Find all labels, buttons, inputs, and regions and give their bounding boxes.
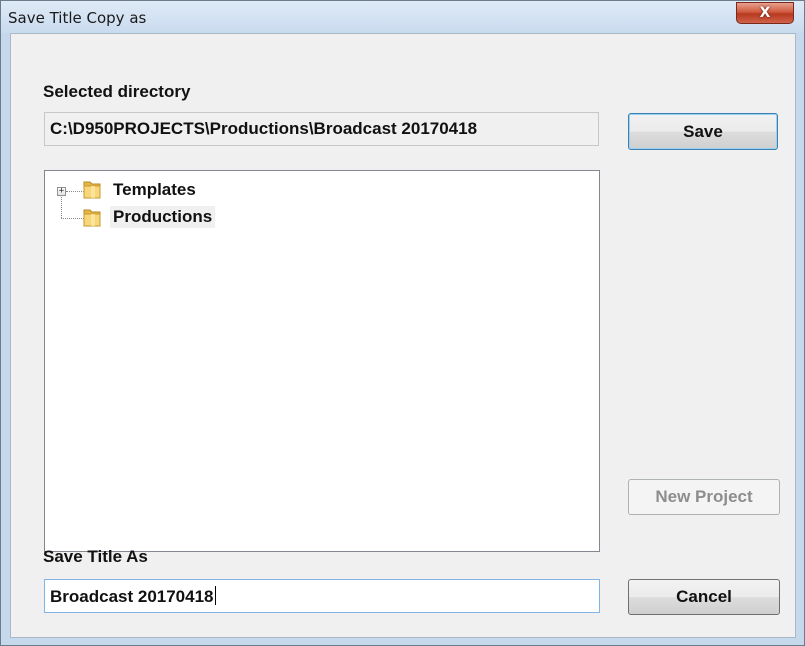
tree-connector (61, 218, 84, 219)
title-name-input[interactable]: Broadcast 20170418 (44, 579, 600, 613)
tree-item-productions[interactable]: Productions (110, 206, 216, 228)
new-project-button[interactable]: New Project (628, 479, 780, 515)
directory-tree[interactable]: + Templates Productions (44, 170, 600, 552)
selected-directory-label: Selected directory (43, 82, 191, 101)
expand-toggle-icon[interactable]: + (57, 187, 66, 196)
close-button[interactable]: X (736, 2, 794, 24)
folder-icon (83, 209, 101, 227)
title-name-value: Broadcast 20170418 (50, 587, 214, 606)
selected-directory-field: C:\D950PROJECTS\Productions\Broadcast 20… (44, 112, 599, 146)
cancel-button[interactable]: Cancel (628, 579, 780, 615)
window-title: Save Title Copy as (8, 9, 147, 27)
save-button[interactable]: Save (628, 113, 778, 150)
close-icon: X (759, 5, 771, 21)
title-bar[interactable]: Save Title Copy as X (1, 1, 804, 33)
save-title-as-label: Save Title As (43, 547, 148, 566)
tree-connector (66, 191, 84, 192)
text-caret (214, 586, 216, 605)
save-title-dialog: Save Title Copy as X Selected directory … (0, 0, 805, 646)
tree-item-templates[interactable]: Templates (110, 179, 199, 201)
folder-icon (83, 181, 101, 199)
tree-connector (61, 197, 62, 218)
dialog-body: Selected directory C:\D950PROJECTS\Produ… (10, 33, 796, 638)
